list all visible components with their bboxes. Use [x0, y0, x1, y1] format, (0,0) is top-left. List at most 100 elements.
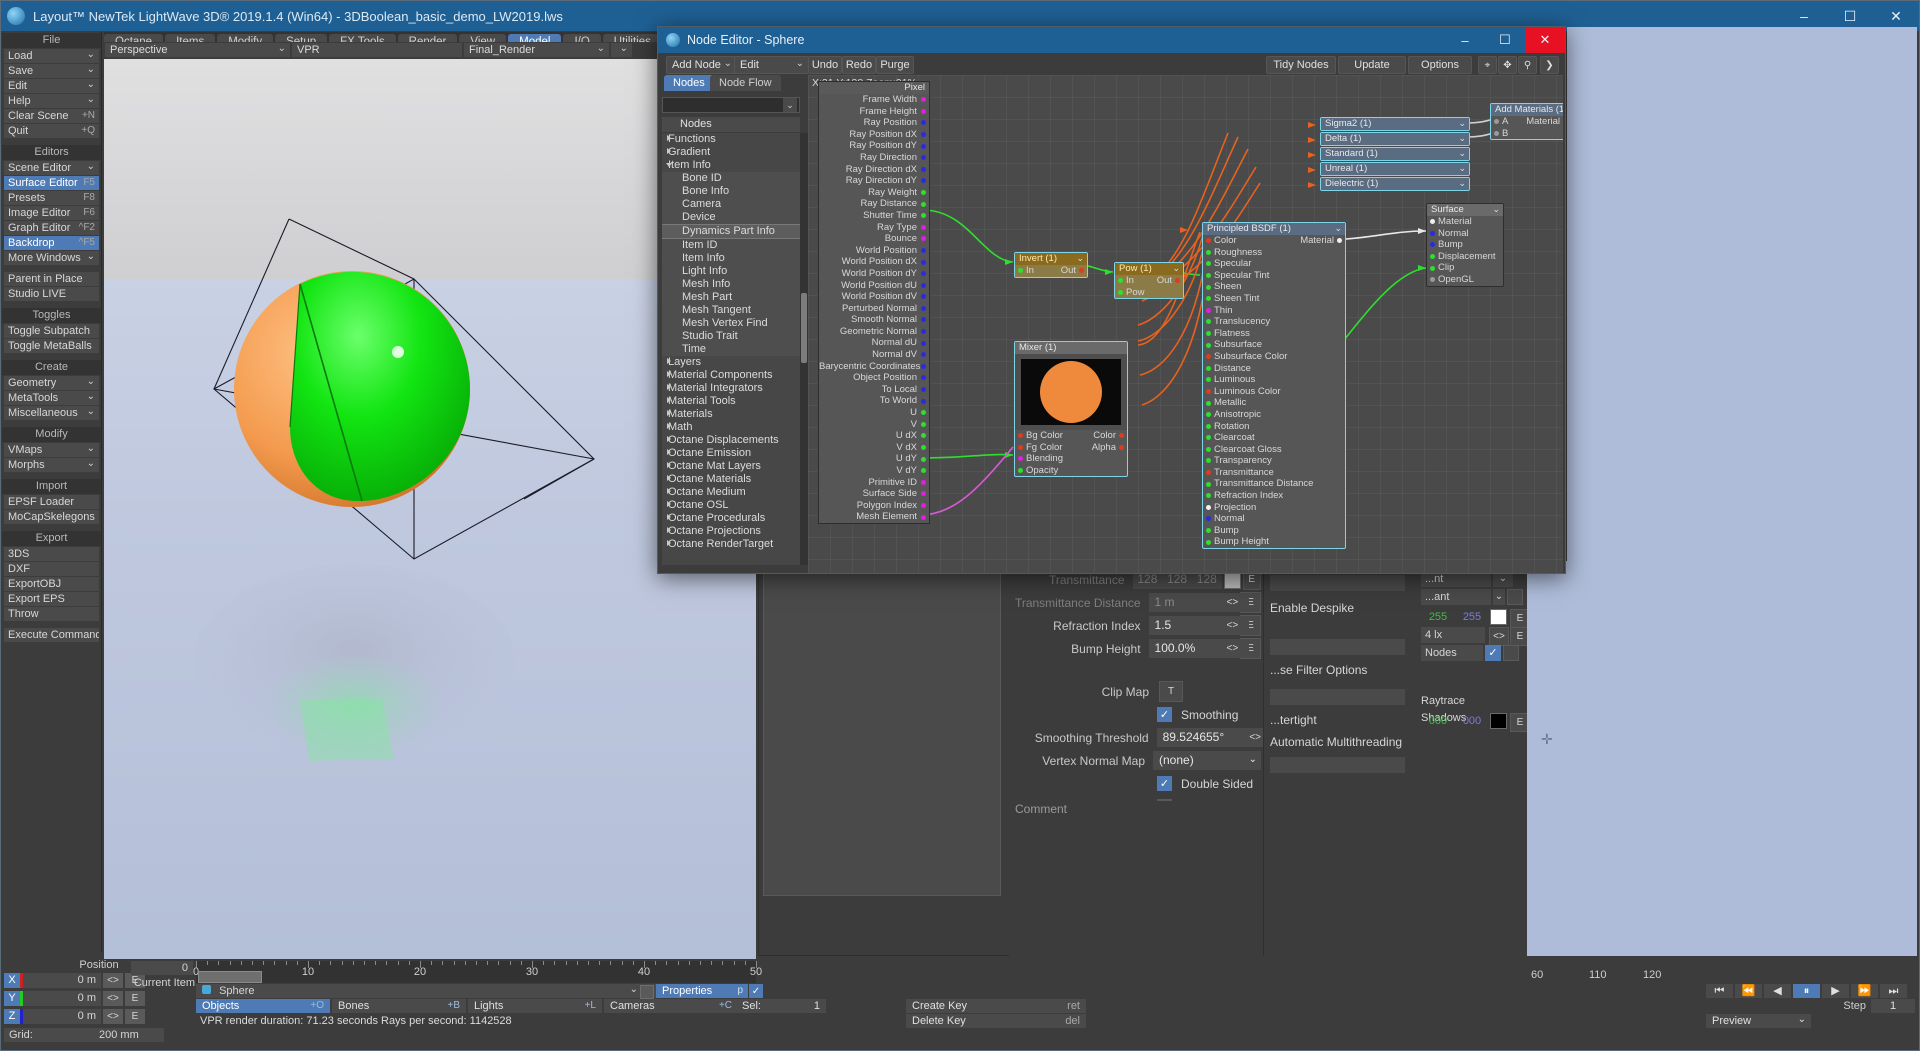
bsdf-port-specular-tint[interactable]: Specular Tint [1203, 270, 1345, 282]
port-dot[interactable] [921, 305, 926, 311]
port-dot[interactable] [921, 271, 926, 277]
port-dot[interactable] [921, 398, 926, 404]
port-dot[interactable] [921, 178, 926, 184]
sidebar-item-graph-editor[interactable]: Graph Editor ^F2 [4, 221, 99, 235]
pin-icon[interactable]: ⌖ [1478, 56, 1497, 74]
delete-key-button[interactable]: Delete Key del [906, 1014, 1086, 1028]
node-pow-extra[interactable]: Pow [1115, 286, 1183, 299]
bsdf-port-sheen-tint[interactable]: Sheen Tint [1203, 293, 1345, 305]
node-tree-item-octane-osl[interactable]: Octane OSL [662, 499, 800, 512]
port-dot[interactable] [921, 468, 926, 474]
pixel-port-world-position[interactable]: World Position [819, 245, 929, 257]
port-dot[interactable] [921, 456, 926, 462]
surface-port-material[interactable]: Material [1427, 216, 1503, 228]
preview-button[interactable]: Preview ⌄ [1706, 1014, 1811, 1028]
axis-label[interactable]: X [4, 973, 20, 988]
chevron-right-icon[interactable] [667, 410, 671, 416]
axis-value[interactable]: 0 m [23, 973, 101, 988]
vertex-normal-map-select[interactable]: (none) ⌄ [1153, 751, 1261, 770]
sidebar-item-clear-scene[interactable]: Clear Scene +N [4, 109, 99, 123]
pixel-port-v-dy[interactable]: V dY [819, 465, 929, 477]
node-tree-item-octane-emission[interactable]: Octane Emission [662, 447, 800, 460]
node-tree-item-dynamics-part-info[interactable]: Dynamics Part Info [662, 224, 800, 239]
properties-button[interactable]: Properties p [656, 984, 748, 998]
bsdf-port-refraction-index[interactable]: Refraction Index [1203, 490, 1345, 502]
expand-icon[interactable]: ❯ [1540, 56, 1559, 74]
node-mixer[interactable]: Mixer (1) Bg Color Color Fg Color Alpha Blen… [1014, 341, 1128, 478]
node-add-materials-port-a[interactable]: A Material [1491, 116, 1563, 128]
node-search-input[interactable]: ⌄ [662, 97, 800, 113]
pixel-port-normal-dv[interactable]: Normal dV [819, 349, 929, 361]
port-dot[interactable] [1430, 253, 1435, 259]
bsdf-material-out-dot[interactable] [1337, 238, 1342, 244]
port-dot[interactable] [921, 236, 926, 242]
surface-port-displacement[interactable]: Displacement [1427, 251, 1503, 263]
sidebar-item-image-editor[interactable]: Image Editor F6 [4, 206, 99, 220]
node-invert[interactable]: Invert (1) ⌄ In Out [1014, 252, 1088, 278]
object-selector[interactable]: Sphere ⌄ [196, 984, 656, 999]
bsdf-port-specular[interactable]: Specular [1203, 258, 1345, 270]
sidebar-item-backdrop[interactable]: Backdrop ^F5 [4, 236, 99, 250]
sidebar-item-miscellaneous[interactable]: Miscellaneous ⌄ [4, 406, 99, 420]
tidy-nodes-button[interactable]: Tidy Nodes [1266, 56, 1336, 74]
despike-field-b[interactable] [1270, 639, 1405, 655]
transport-button-0[interactable]: ⏮ [1706, 984, 1733, 998]
mixer-port-blending[interactable]: Blending [1015, 453, 1127, 465]
node-tree-item-layers[interactable]: Layers [662, 356, 800, 369]
chevron-right-icon[interactable] [667, 527, 671, 533]
port-dot[interactable] [921, 445, 926, 450]
port-dot[interactable] [1206, 342, 1211, 348]
port-dot[interactable] [1206, 412, 1211, 418]
port-dot[interactable] [1206, 470, 1211, 476]
sidebar-item-parent-in-place[interactable]: Parent in Place [4, 272, 99, 286]
create-key-button[interactable]: Create Key ret [906, 999, 1086, 1013]
pixel-port-object-position[interactable]: Object Position [819, 372, 929, 384]
sidebar-item-load[interactable]: Load ⌄ [4, 49, 99, 63]
pixel-port-polygon-index[interactable]: Polygon Index [819, 500, 929, 512]
surface-port-opengl[interactable]: OpenGL [1427, 274, 1503, 286]
intensity-arrows[interactable]: <> [1489, 627, 1509, 646]
port-dot[interactable] [1206, 388, 1211, 394]
port-dot[interactable] [1206, 261, 1211, 267]
smoothing-threshold-arrows[interactable]: <> [1249, 732, 1261, 743]
options-button[interactable]: Options [1408, 56, 1472, 74]
port-dot[interactable] [921, 201, 926, 207]
transport-button-5[interactable]: ⏩ [1851, 984, 1878, 998]
pixel-port-u[interactable]: U [819, 407, 929, 419]
node-canvas[interactable]: X:31 Y:138 Zoom:91% [808, 75, 1563, 573]
port-dot[interactable] [1206, 272, 1211, 278]
intensity-field[interactable]: 4 lx [1421, 627, 1485, 643]
pixel-port-frame-height[interactable]: Frame Height [819, 106, 929, 118]
port-dot[interactable] [921, 352, 926, 358]
node-tree-scrollbar[interactable] [800, 133, 808, 565]
update-button[interactable]: Update [1338, 56, 1406, 74]
clipboard-icon[interactable] [1507, 589, 1523, 605]
node-tree-item-octane-materials[interactable]: Octane Materials [662, 473, 800, 486]
chevron-right-icon[interactable] [667, 397, 671, 403]
axis-label[interactable]: Z [4, 1009, 20, 1024]
port-dot[interactable] [1206, 330, 1211, 336]
node-standard[interactable]: Standard (1) ⌄ [1320, 147, 1470, 161]
pixel-port-v[interactable]: V [819, 419, 929, 431]
mixer-port-fg-color[interactable]: Fg Color Alpha [1015, 442, 1127, 454]
sidebar-item-scene-editor[interactable]: Scene Editor ⌄ [4, 161, 99, 175]
node-tree-item-camera[interactable]: Camera [662, 198, 800, 211]
transport-button-6[interactable]: ⏭ [1880, 984, 1907, 998]
nodes-clipboard-icon[interactable] [1503, 645, 1519, 661]
chevron-right-icon[interactable] [667, 436, 671, 442]
node-tree-item-mesh-part[interactable]: Mesh Part [662, 291, 800, 304]
search-icon[interactable]: ⚲ [1518, 56, 1537, 74]
sidebar-item-throw[interactable]: Throw [4, 607, 99, 621]
sidebar-item-surface-editor[interactable]: Surface Editor F5 [4, 176, 99, 190]
pixel-port-primitive-id[interactable]: Primitive ID [819, 477, 929, 489]
port-dot[interactable] [921, 410, 926, 416]
node-tree-item-gradient[interactable]: Gradient [662, 146, 800, 159]
port-dot[interactable] [921, 282, 926, 288]
pixel-port-ray-direction-dx[interactable]: Ray Direction dX [819, 164, 929, 176]
sidebar-item-export-eps[interactable]: Export EPS [4, 592, 99, 606]
pixel-port-ray-position-dx[interactable]: Ray Position dX [819, 129, 929, 141]
node-tree-item-materials[interactable]: Materials [662, 408, 800, 421]
port-dot[interactable] [921, 363, 926, 369]
port-dot[interactable] [1206, 354, 1211, 360]
bsdf-port-transmittance[interactable]: Transmittance [1203, 467, 1345, 479]
